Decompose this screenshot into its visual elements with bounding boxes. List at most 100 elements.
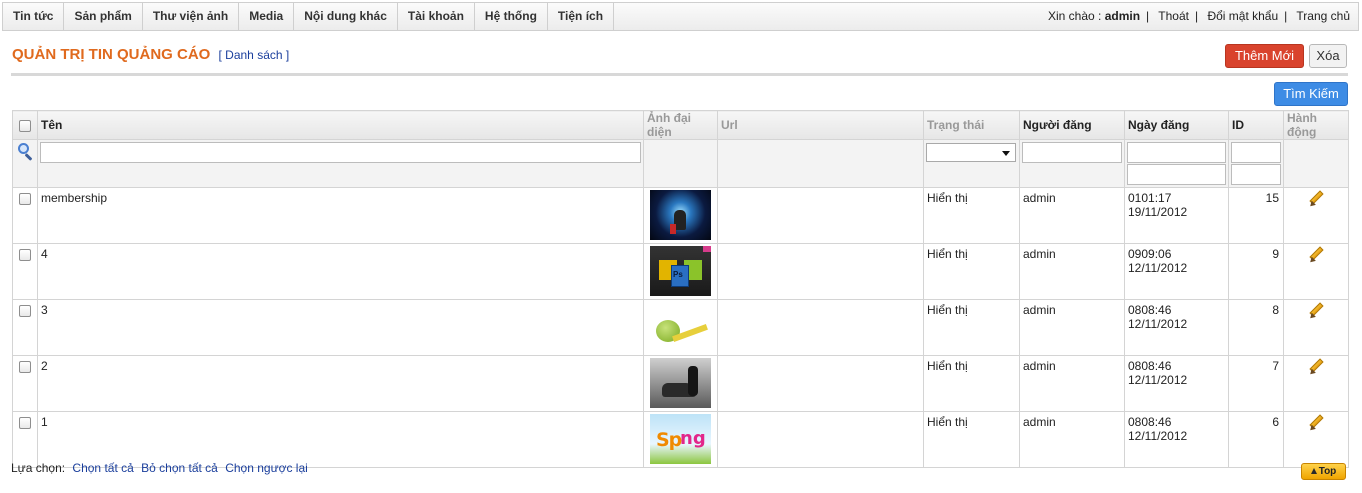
row-day: 12/11/2012 (1128, 429, 1188, 443)
row-name[interactable]: membership (37, 187, 644, 244)
home-link[interactable]: Trang chủ (1296, 9, 1350, 23)
menu-item-system[interactable]: Hệ thống (475, 3, 548, 30)
select-all-cell (12, 110, 38, 140)
row-name[interactable]: 1 (37, 411, 644, 468)
separator: | (1194, 9, 1199, 23)
col-date[interactable]: Ngày đăng (1124, 110, 1229, 140)
edit-pencil-icon[interactable] (1308, 190, 1324, 209)
edit-pencil-icon[interactable] (1308, 302, 1324, 321)
menu-item-gallery[interactable]: Thư viện ảnh (143, 3, 240, 30)
row-day: 12/11/2012 (1128, 373, 1188, 387)
row-date: 0101:17 19/11/2012 (1124, 187, 1229, 244)
id-to-input[interactable] (1231, 164, 1281, 185)
search-button[interactable]: Tìm Kiếm (1274, 82, 1348, 106)
row-checkbox[interactable] (19, 249, 31, 261)
row-checkbox[interactable] (19, 193, 31, 205)
menu-item-utilities[interactable]: Tiện ích (548, 3, 615, 30)
greeting-label: Xin chào : (1047, 9, 1102, 23)
user-area: Xin chào : admin | Thoát | Đổi mật khẩu | T… (1048, 3, 1350, 30)
row-id: 15 (1228, 187, 1284, 244)
row-checkbox[interactable] (19, 361, 31, 373)
row-time: 0808:46 (1128, 415, 1172, 429)
row-checkbox[interactable] (19, 305, 31, 317)
date-from-input[interactable] (1127, 142, 1226, 163)
row-date: 0808:46 12/11/2012 (1124, 355, 1229, 412)
date-to-input[interactable] (1127, 164, 1226, 185)
row-checkbox[interactable] (19, 417, 31, 429)
menu-item-accounts[interactable]: Tài khoản (398, 3, 475, 30)
row-select-cell (12, 411, 38, 468)
row-poster: admin (1019, 355, 1125, 412)
header-divider (11, 73, 1348, 76)
selection-label: Lựa chọn: (11, 461, 66, 475)
row-time: 0909:06 (1128, 247, 1172, 261)
row-image-cell (643, 355, 718, 412)
adobe-apps-thumbnail: Ps (650, 246, 711, 296)
select-all-link[interactable]: Chọn tất cả (72, 461, 133, 475)
list-link[interactable]: [ Danh sách ] (219, 48, 290, 62)
row-name[interactable]: 2 (37, 355, 644, 412)
col-action: Hành động (1283, 110, 1349, 140)
row-id: 7 (1228, 355, 1284, 412)
row-select-cell (12, 187, 38, 244)
row-id: 6 (1228, 411, 1284, 468)
status-filter-select[interactable] (926, 143, 1016, 162)
add-new-button[interactable]: Thêm Mới (1225, 44, 1304, 68)
row-time: 0808:46 (1128, 303, 1172, 317)
separator: | (1284, 9, 1288, 23)
edit-pencil-icon[interactable] (1308, 414, 1324, 433)
page-title: QUẢN TRỊ TIN QUẢNG CÁO [ Danh sách ] (12, 46, 289, 63)
poster-filter-input[interactable] (1022, 142, 1122, 163)
col-image: Ảnh đại diện (643, 110, 718, 140)
col-url: Url (717, 110, 924, 140)
menu-item-news[interactable]: Tin tức (3, 3, 65, 30)
row-name[interactable]: 4 (37, 243, 644, 300)
status-filter-cell (923, 139, 1020, 188)
filter-row (12, 139, 1349, 188)
logout-link[interactable]: Thoát (1158, 9, 1189, 23)
menu-item-media[interactable]: Media (239, 3, 295, 30)
header-row: Tên Ảnh đại diện Url Trạng thái Người đă… (12, 110, 1349, 140)
col-poster[interactable]: Người đăng (1019, 110, 1125, 140)
delete-button[interactable]: Xóa (1309, 44, 1347, 68)
url-filter-cell (717, 139, 924, 188)
ads-table: Tên Ảnh đại diện Url Trạng thái Người đă… (12, 110, 1349, 468)
row-time: 0101:17 (1128, 191, 1172, 205)
edit-pencil-icon[interactable] (1308, 358, 1324, 377)
back-to-top-button[interactable]: Top (1301, 463, 1346, 480)
table-row: 4 Ps Hiển thị admin 0909:06 12/11/2012 9 (12, 243, 1349, 300)
image-filter-cell (643, 139, 718, 188)
row-image-cell: Sp ng (643, 411, 718, 468)
col-name[interactable]: Tên (37, 110, 644, 140)
menu-item-products[interactable]: Sản phẩm (64, 3, 143, 30)
id-from-input[interactable] (1231, 142, 1281, 163)
row-select-cell (12, 299, 38, 356)
row-id: 8 (1228, 299, 1284, 356)
row-status: Hiển thị (923, 411, 1020, 468)
row-url (717, 355, 924, 412)
search-icon (17, 143, 34, 161)
table-row: 3 Hiển thị admin 0808:46 12/11/2012 8 (12, 299, 1349, 356)
row-action-cell (1283, 355, 1349, 412)
spring-thumbnail: Sp ng (650, 414, 711, 464)
edit-pencil-icon[interactable] (1308, 246, 1324, 265)
deselect-all-link[interactable]: Bỏ chọn tất cả (141, 461, 218, 475)
username: admin (1104, 9, 1141, 23)
apple-tape-thumbnail (650, 302, 711, 352)
row-date: 0909:06 12/11/2012 (1124, 243, 1229, 300)
menu-item-other-content[interactable]: Nội dung khác (294, 3, 398, 30)
row-name[interactable]: 3 (37, 299, 644, 356)
invert-selection-link[interactable]: Chọn ngược lại (225, 461, 308, 475)
name-filter-input[interactable] (40, 142, 641, 163)
change-password-link[interactable]: Đổi mật khẩu (1207, 9, 1278, 23)
separator: | (1146, 9, 1150, 23)
col-id[interactable]: ID (1228, 110, 1284, 140)
row-poster: admin (1019, 299, 1125, 356)
select-all-checkbox[interactable] (19, 119, 31, 132)
row-day: 19/11/2012 (1128, 205, 1188, 219)
top-label: Top (1318, 466, 1337, 477)
row-image-cell: Ps (643, 243, 718, 300)
row-action-cell (1283, 243, 1349, 300)
id-filter-cell (1228, 139, 1284, 188)
row-poster: admin (1019, 411, 1125, 468)
